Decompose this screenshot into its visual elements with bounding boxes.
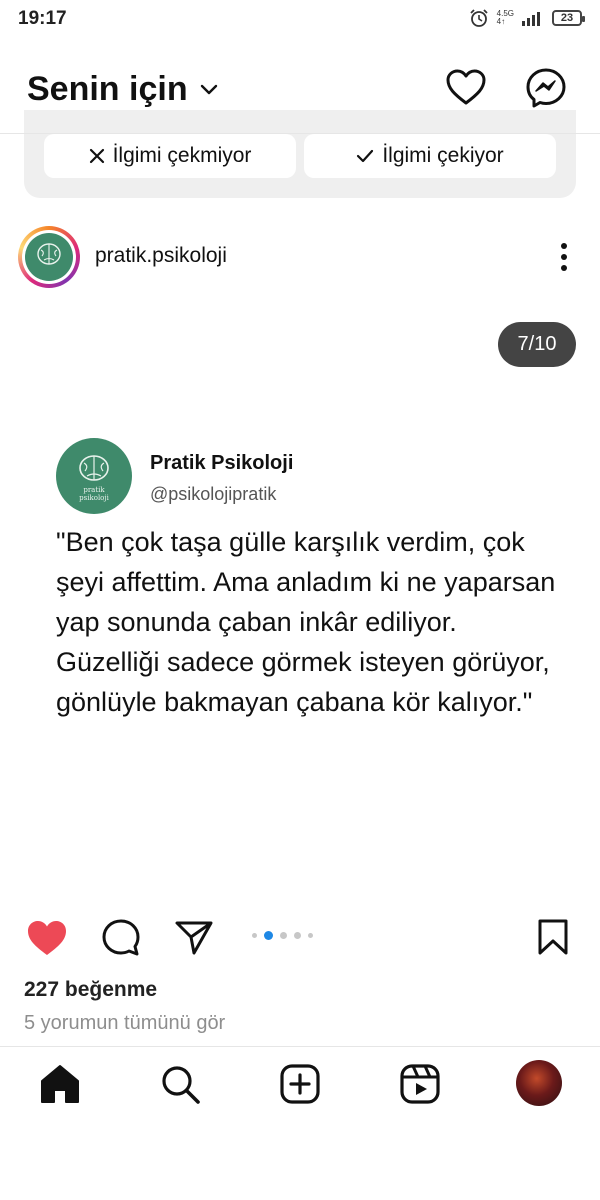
heart-icon[interactable]: [444, 66, 488, 110]
carousel-dots: [252, 931, 313, 940]
home-icon[interactable]: [38, 1062, 82, 1106]
create-post-icon[interactable]: [278, 1062, 322, 1106]
bookmark-icon[interactable]: [536, 918, 570, 956]
carousel-dot: [252, 933, 257, 938]
network-activity: 4↑: [496, 17, 506, 26]
comment-icon[interactable]: [100, 917, 142, 959]
quote-author-name: Pratik Psikoloji: [150, 452, 294, 474]
send-icon[interactable]: [174, 917, 214, 957]
status-icons: 4.5G 4↑ 23: [469, 8, 585, 28]
chevron-down-icon: [200, 84, 217, 94]
not-interested-button[interactable]: İlgimi çekmiyor: [44, 134, 296, 178]
carousel-dot: [280, 932, 287, 939]
close-icon: [89, 148, 104, 164]
avatar-caption-2: psikoloji: [79, 494, 109, 502]
brain-logo-icon: pratik psikoloji: [79, 455, 110, 502]
likes-count[interactable]: 227 beğenme: [24, 978, 157, 1002]
quote-avatar: pratik psikoloji: [56, 438, 132, 514]
carousel-dot: [308, 933, 313, 938]
carousel-page-counter: 7/10: [498, 322, 576, 367]
search-icon[interactable]: [158, 1062, 202, 1106]
page-title: Senin için: [27, 70, 188, 108]
profile-avatar[interactable]: [516, 1060, 562, 1106]
quote-text: "Ben çok taşa gülle karşılık verdim, çok…: [56, 527, 556, 717]
view-all-comments-link[interactable]: 5 yorumun tümünü gör: [24, 1012, 225, 1035]
heart-filled-icon[interactable]: [26, 918, 68, 958]
post-username[interactable]: pratik.psikoloji: [95, 244, 227, 268]
bottom-nav-divider: [0, 1046, 600, 1047]
not-interested-label: İlgimi çekmiyor: [112, 144, 252, 167]
reels-icon[interactable]: [398, 1062, 442, 1106]
checkmark-icon: [357, 149, 374, 163]
avatar-caption-1: pratik: [83, 486, 105, 494]
account-avatar[interactable]: [25, 233, 73, 281]
battery-indicator: 23: [552, 10, 585, 26]
status-time: 19:17: [18, 8, 67, 29]
interested-label: İlgimi çekiyor: [382, 144, 504, 167]
more-options-icon[interactable]: [552, 240, 576, 274]
carousel-dot: [294, 932, 301, 939]
interested-button[interactable]: İlgimi çekiyor: [304, 134, 556, 178]
messenger-icon[interactable]: [524, 66, 568, 110]
signal-icon: [522, 12, 540, 26]
network-label: 4.5G 4↑: [497, 10, 514, 26]
brain-logo-icon: [37, 243, 61, 265]
carousel-dot-active: [264, 931, 273, 940]
feed-selector[interactable]: Senin için: [27, 70, 218, 109]
quote-author-handle: @psikolojipratik: [150, 484, 277, 504]
alarm-icon: [470, 9, 488, 27]
